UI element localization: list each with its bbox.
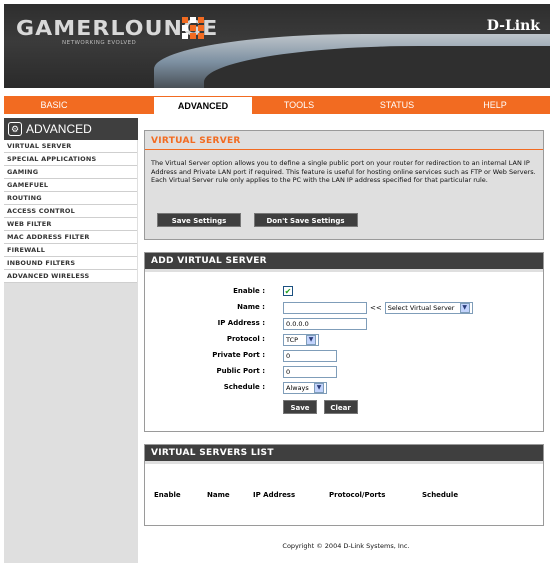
public-port-label: Public Port : <box>216 367 265 375</box>
logo-tagline: NETWORKING EVOLVED <box>62 40 137 46</box>
page-frame: GAMERLOUNGE NETWORKING EVOLVED D-Link BA… <box>0 0 554 563</box>
schedule-label: Schedule : <box>223 383 265 391</box>
sidebar-item-mac-address-filter[interactable]: MAC ADDRESS FILTER <box>4 231 137 244</box>
protocol-select[interactable]: TCP ▼ <box>283 334 319 346</box>
schedule-select-value: Always <box>286 384 309 392</box>
dont-save-settings-button[interactable]: Don't Save Settings <box>253 213 358 227</box>
column-enable: Enable <box>154 491 181 499</box>
sidebar-item-firewall[interactable]: FIREWALL <box>4 244 137 257</box>
virtual-servers-list-body: Enable Name IP Address Protocol/Ports Sc… <box>145 464 543 525</box>
logo-grid-square <box>198 33 204 39</box>
enable-row: Enable : ✔ <box>145 286 545 300</box>
add-virtual-server-form: Enable : ✔ Name : << Select Virtual Serv… <box>145 272 543 431</box>
ip-address-label: IP Address : <box>217 319 265 327</box>
chevron-down-icon: ▼ <box>459 303 470 313</box>
sidebar-item-gaming[interactable]: GAMING <box>4 166 137 179</box>
chevron-down-icon: ▼ <box>306 335 316 345</box>
enable-label: Enable : <box>233 287 265 295</box>
logo-grid-square <box>182 17 188 23</box>
copyright-footer: Copyright © 2004 D-Link Systems, Inc. <box>282 542 410 550</box>
name-row: Name : << Select Virtual Server ▼ <box>145 302 545 316</box>
protocol-select-value: TCP <box>286 336 299 344</box>
add-virtual-server-title: ADD VIRTUAL SERVER <box>145 253 543 269</box>
logo-grid-square <box>190 17 196 23</box>
header-banner: GAMERLOUNGE NETWORKING EVOLVED D-Link <box>4 4 550 88</box>
public-port-input[interactable]: 0 <box>283 366 337 378</box>
private-port-input[interactable]: 0 <box>283 350 337 362</box>
sidebar: ⚙ ADVANCED VIRTUAL SERVER SPECIAL APPLIC… <box>4 118 138 563</box>
logo-grid-square <box>182 25 188 31</box>
public-port-row: Public Port : 0 <box>145 366 545 380</box>
protocol-row: Protocol : TCP ▼ <box>145 334 545 348</box>
virtual-server-select-value: Select Virtual Server <box>387 304 455 312</box>
schedule-select[interactable]: Always ▼ <box>283 382 327 394</box>
tab-advanced[interactable]: ADVANCED <box>154 97 252 115</box>
virtual-server-panel: VIRTUAL SERVER The Virtual Server option… <box>144 130 544 240</box>
enable-checkbox[interactable]: ✔ <box>283 286 293 296</box>
tab-basic[interactable]: BASIC <box>4 96 104 114</box>
virtual-server-description: The Virtual Server option allows you to … <box>145 150 543 191</box>
tab-help[interactable]: HELP <box>450 96 540 114</box>
sidebar-item-special-applications[interactable]: SPECIAL APPLICATIONS <box>4 153 137 166</box>
virtual-servers-list-panel: VIRTUAL SERVERS LIST Enable Name IP Addr… <box>144 444 544 526</box>
clear-button[interactable]: Clear <box>323 400 358 414</box>
save-settings-button[interactable]: Save Settings <box>157 213 241 227</box>
sidebar-item-virtual-server[interactable]: VIRTUAL SERVER <box>4 140 137 153</box>
column-name: Name <box>207 491 230 499</box>
sidebar-item-inbound-filters[interactable]: INBOUND FILTERS <box>4 257 137 270</box>
column-ip-address: IP Address <box>253 491 296 499</box>
ip-address-input[interactable]: 0.0.0.0 <box>283 318 367 330</box>
virtual-servers-list-title: VIRTUAL SERVERS LIST <box>145 445 543 461</box>
virtual-server-title: VIRTUAL SERVER <box>145 131 543 150</box>
chevron-down-icon: ▼ <box>314 383 324 393</box>
sidebar-title: ADVANCED <box>26 122 92 136</box>
tab-tools[interactable]: TOOLS <box>254 96 344 114</box>
logo-grid-square <box>182 33 188 39</box>
main-content: VIRTUAL SERVER The Virtual Server option… <box>142 118 550 563</box>
settings-buttons: Save Settings Don't Save Settings <box>157 213 358 227</box>
sidebar-item-access-control[interactable]: ACCESS CONTROL <box>4 205 137 218</box>
sidebar-item-gamefuel[interactable]: GAMEFUEL <box>4 179 137 192</box>
logo-grid-square <box>190 33 196 39</box>
virtual-server-select[interactable]: Select Virtual Server ▼ <box>384 302 473 314</box>
add-virtual-server-panel: ADD VIRTUAL SERVER Enable : ✔ Name : << … <box>144 252 544 432</box>
dlink-logo: D-Link <box>486 18 540 34</box>
private-port-row: Private Port : 0 <box>145 350 545 364</box>
sidebar-item-advanced-wireless[interactable]: ADVANCED WIRELESS <box>4 270 137 283</box>
ip-address-row: IP Address : 0.0.0.0 <box>145 318 545 332</box>
column-schedule: Schedule <box>422 491 459 499</box>
schedule-row: Schedule : Always ▼ <box>145 382 545 396</box>
column-protocol-ports: Protocol/Ports <box>329 491 386 499</box>
protocol-label: Protocol : <box>226 335 265 343</box>
gear-icon: ⚙ <box>8 122 22 136</box>
prefill-arrow[interactable]: << <box>370 304 382 312</box>
save-button[interactable]: Save <box>283 400 317 414</box>
logo-grid-square <box>198 25 204 31</box>
top-nav: BASIC ADVANCED TOOLS STATUS HELP <box>4 96 550 115</box>
sidebar-header: ⚙ ADVANCED <box>4 118 138 140</box>
tab-status[interactable]: STATUS <box>352 96 442 114</box>
logo-grid-square <box>190 25 196 31</box>
sidebar-item-routing[interactable]: ROUTING <box>4 192 137 205</box>
add-server-buttons: Save Clear <box>283 400 358 414</box>
logo-grid-square <box>198 17 204 23</box>
private-port-label: Private Port : <box>212 351 265 359</box>
logo-grid-icon <box>182 17 210 45</box>
name-input[interactable] <box>283 302 367 314</box>
name-label: Name : <box>237 303 265 311</box>
sidebar-item-web-filter[interactable]: WEB FILTER <box>4 218 137 231</box>
